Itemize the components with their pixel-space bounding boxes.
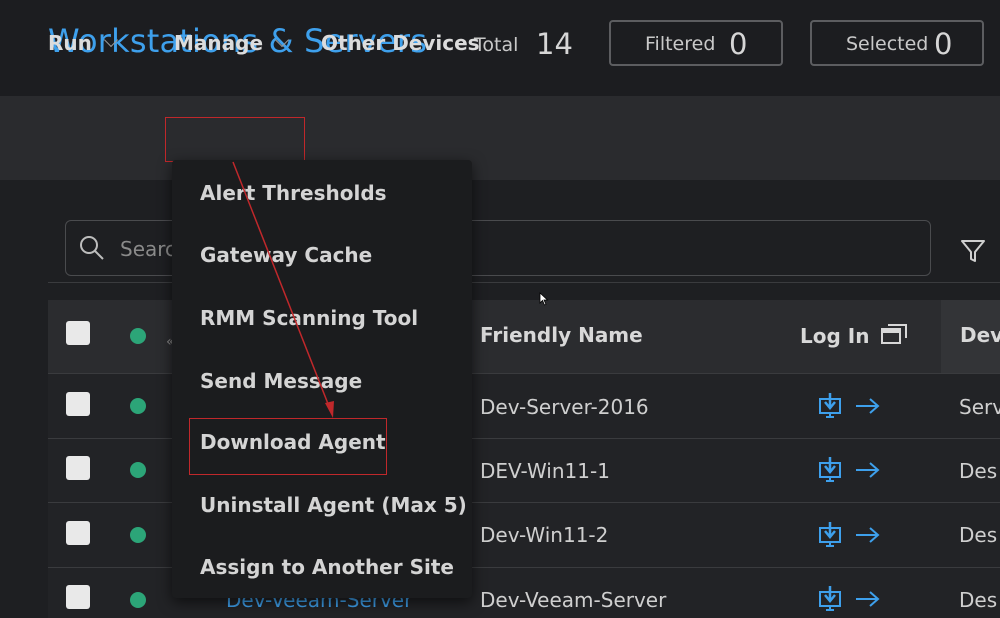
popout-window-icon [881, 324, 908, 344]
filtered-count: 0 [729, 27, 748, 61]
selected-count-button[interactable]: Selected 0 [810, 20, 984, 66]
status-column-icon [130, 328, 146, 344]
arrow-right-icon[interactable] [856, 591, 880, 607]
online-status-dot [130, 527, 146, 543]
manage-label: Manage [174, 31, 264, 55]
manage-annotation-box [165, 117, 305, 162]
run-label: Run [48, 31, 92, 55]
selected-label: Selected [846, 33, 929, 55]
filtered-label: Filtered [645, 33, 716, 55]
login-actions[interactable] [818, 391, 882, 421]
arrow-right-icon[interactable] [856, 462, 880, 478]
page-header: Workstations & Servers Total 14 Filtered… [0, 0, 1000, 96]
log-in-label: Log In [800, 324, 870, 348]
remote-download-icon[interactable] [819, 457, 841, 482]
friendly-name-cell: Dev-Server-2016 [480, 395, 649, 419]
run-menu-button[interactable]: Run [48, 31, 118, 55]
login-actions[interactable] [818, 520, 882, 550]
menu-item-uninstall-agent[interactable]: Uninstall Agent (Max 5) [200, 493, 467, 517]
other-devices-tab[interactable]: Other Devices [321, 31, 480, 55]
login-actions[interactable] [818, 584, 882, 614]
column-header-device-type[interactable]: Dev [960, 323, 1000, 347]
row-checkbox[interactable] [66, 392, 90, 416]
login-actions[interactable] [818, 455, 882, 485]
menu-item-rmm-scanning-tool[interactable]: RMM Scanning Tool [200, 306, 418, 330]
friendly-name-cell: Dev-Veeam-Server [480, 588, 667, 612]
filtered-count-button[interactable]: Filtered 0 [609, 20, 783, 66]
device-type-cell: Des [959, 459, 998, 483]
device-type-cell: Serv [959, 395, 1000, 419]
remote-download-icon[interactable] [819, 522, 841, 547]
chevron-down-icon [103, 32, 118, 48]
row-checkbox[interactable] [66, 456, 90, 480]
menu-item-alert-thresholds[interactable]: Alert Thresholds [200, 181, 387, 205]
total-label: Total [474, 34, 519, 56]
column-header-log-in[interactable]: Log In [800, 323, 908, 348]
friendly-name-cell: Dev-Win11-2 [480, 523, 609, 547]
total-count: 14 [536, 27, 573, 61]
device-type-cell: Des [959, 588, 998, 612]
action-toolbar [0, 96, 1000, 180]
manage-menu-button[interactable]: Manage [174, 31, 290, 55]
arrow-right-icon[interactable] [856, 398, 880, 414]
filter-icon[interactable] [955, 232, 991, 268]
device-type-cell: Des [959, 523, 998, 547]
friendly-name-cell: DEV-Win11-1 [480, 459, 610, 483]
menu-item-send-message[interactable]: Send Message [200, 369, 362, 393]
arrow-right-icon[interactable] [856, 527, 880, 543]
row-checkbox[interactable] [66, 585, 90, 609]
download-agent-annotation-box [189, 418, 387, 475]
online-status-dot [130, 592, 146, 608]
mouse-cursor-icon [539, 292, 549, 306]
menu-item-gateway-cache[interactable]: Gateway Cache [200, 243, 372, 267]
select-all-checkbox[interactable] [66, 321, 90, 345]
row-checkbox[interactable] [66, 521, 90, 545]
menu-item-assign-to-another-site[interactable]: Assign to Another Site [200, 555, 454, 579]
chevron-down-icon [274, 32, 290, 48]
online-status-dot [130, 462, 146, 478]
search-icon [80, 236, 104, 260]
selected-count: 0 [934, 27, 953, 61]
remote-download-icon[interactable] [819, 393, 841, 418]
remote-download-icon[interactable] [819, 586, 841, 611]
online-status-dot [130, 398, 146, 414]
column-header-friendly-name[interactable]: Friendly Name [480, 323, 643, 347]
